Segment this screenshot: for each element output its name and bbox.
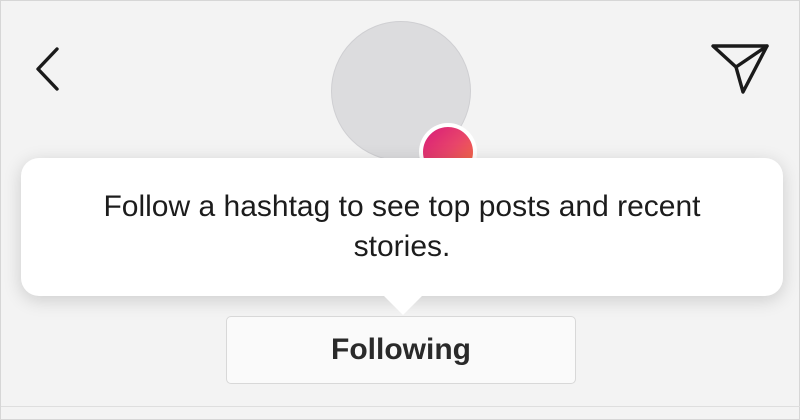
follow-hint-tooltip[interactable]: Follow a hashtag to see top posts and re… <box>21 158 783 296</box>
divider <box>1 406 800 407</box>
hashtag-page: Follow a hashtag to see top posts and re… <box>0 0 800 420</box>
chevron-left-icon <box>36 47 59 91</box>
following-button[interactable]: Following <box>226 316 576 384</box>
share-button[interactable] <box>707 39 773 99</box>
paper-plane-icon <box>711 44 769 94</box>
tooltip-arrow <box>383 295 423 315</box>
tooltip-text: Follow a hashtag to see top posts and re… <box>103 189 701 264</box>
back-button[interactable] <box>27 39 67 99</box>
